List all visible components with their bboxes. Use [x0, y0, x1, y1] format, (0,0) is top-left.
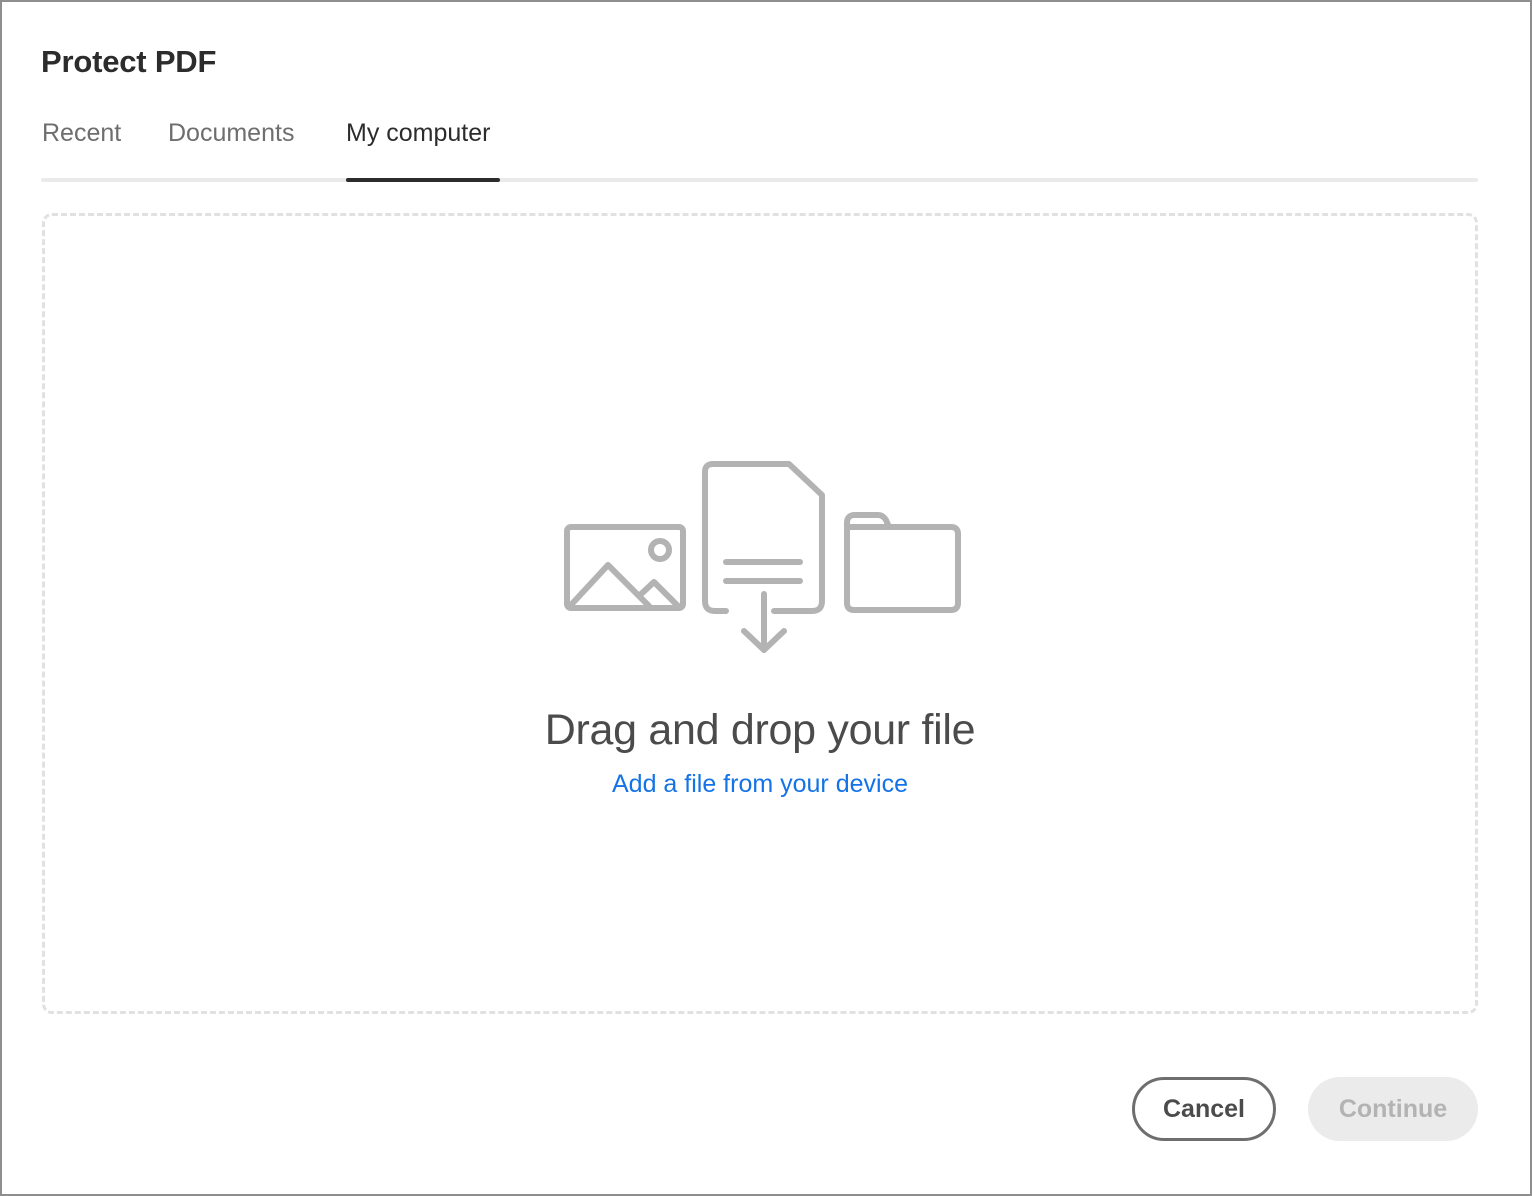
tab-recent-label: Recent: [42, 119, 122, 147]
document-download-icon: [702, 461, 825, 653]
selected-tab-indicator: [346, 178, 500, 182]
continue-button[interactable]: Continue: [1308, 1077, 1478, 1141]
cancel-button[interactable]: Cancel: [1132, 1077, 1276, 1141]
dialog-title: Protect PDF: [41, 44, 217, 79]
tab-my-computer-label: My computer: [346, 119, 491, 147]
tab-my-computer[interactable]: My computer: [346, 110, 500, 182]
file-drop-zone[interactable]: Drag and drop your file Add a file from …: [42, 213, 1478, 1014]
upload-illustration: [564, 461, 961, 653]
tab-documents[interactable]: Documents: [168, 110, 294, 182]
tab-recent[interactable]: Recent: [42, 110, 121, 182]
folder-icon: [844, 512, 961, 613]
source-tabs: Recent Documents My computer: [41, 110, 1478, 183]
drop-instructions: Drag and drop your file: [544, 706, 976, 754]
add-file-from-device-link[interactable]: Add a file from your device: [612, 770, 908, 798]
protect-pdf-dialog: Protect PDF Recent Documents My computer: [0, 0, 1532, 1196]
tab-documents-label: Documents: [168, 119, 295, 147]
add-file-link-wrapper: Add a file from your device: [45, 770, 1475, 799]
image-icon: [564, 524, 686, 611]
